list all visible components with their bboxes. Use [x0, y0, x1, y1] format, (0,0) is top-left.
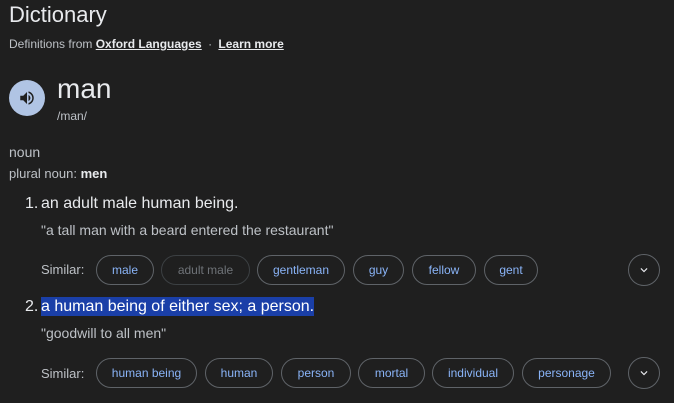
similar-chip-human[interactable]: human: [205, 358, 273, 388]
similar-label: Similar:: [41, 262, 85, 277]
similar-chip-gent[interactable]: gent: [484, 255, 538, 285]
plural-label: plural noun:: [9, 166, 77, 181]
headword: man: [57, 73, 112, 104]
oxford-languages-link[interactable]: Oxford Languages: [96, 37, 202, 51]
similar-chip-personage[interactable]: personage: [522, 358, 611, 388]
expand-similar-button[interactable]: [628, 357, 660, 389]
similar-chip-male[interactable]: male: [96, 255, 154, 285]
definition-2: 2. a human being of either sex; a person.: [25, 297, 315, 316]
source-line: Definitions from Oxford Languages · Lear…: [9, 37, 284, 51]
similar-chip-adult-male: adult male: [161, 255, 250, 285]
chevron-down-icon: [640, 371, 648, 376]
similar-chip-person[interactable]: person: [281, 358, 351, 388]
phonetic: /man/: [57, 109, 88, 123]
dictionary-title: Dictionary: [9, 2, 107, 27]
similar-chip-mortal[interactable]: mortal: [358, 358, 425, 388]
plural-form: plural noun: men: [9, 166, 107, 181]
part-of-speech: noun: [9, 144, 41, 160]
definition-number: 1.: [25, 195, 39, 212]
definition-1-example: "a tall man with a beard entered the res…: [41, 222, 334, 238]
definition-number: 2.: [25, 298, 39, 315]
similar-chip-individual[interactable]: individual: [432, 358, 514, 388]
plural-value: men: [80, 166, 108, 181]
definition-2-example: "goodwill to all men": [41, 325, 167, 341]
expand-similar-button[interactable]: [628, 254, 660, 286]
source-prefix: Definitions from: [9, 37, 93, 51]
similar-chip-gentleman[interactable]: gentleman: [257, 255, 345, 285]
definition-text: a human being of either sex; a person.: [41, 297, 315, 316]
similar-label: Similar:: [41, 366, 85, 381]
separator: ·: [208, 37, 213, 51]
chevron-down-icon: [640, 268, 648, 273]
definition-text: an adult male human being.: [41, 195, 239, 212]
similar-chip-human-being[interactable]: human being: [96, 358, 197, 388]
similar-chip-guy[interactable]: guy: [353, 255, 404, 285]
definition-1: 1. an adult male human being.: [25, 195, 238, 213]
pronunciation-button[interactable]: [9, 80, 45, 116]
learn-more-link[interactable]: Learn more: [218, 37, 283, 51]
speaker-icon: [20, 91, 34, 105]
similar-chip-fellow[interactable]: fellow: [412, 255, 476, 285]
